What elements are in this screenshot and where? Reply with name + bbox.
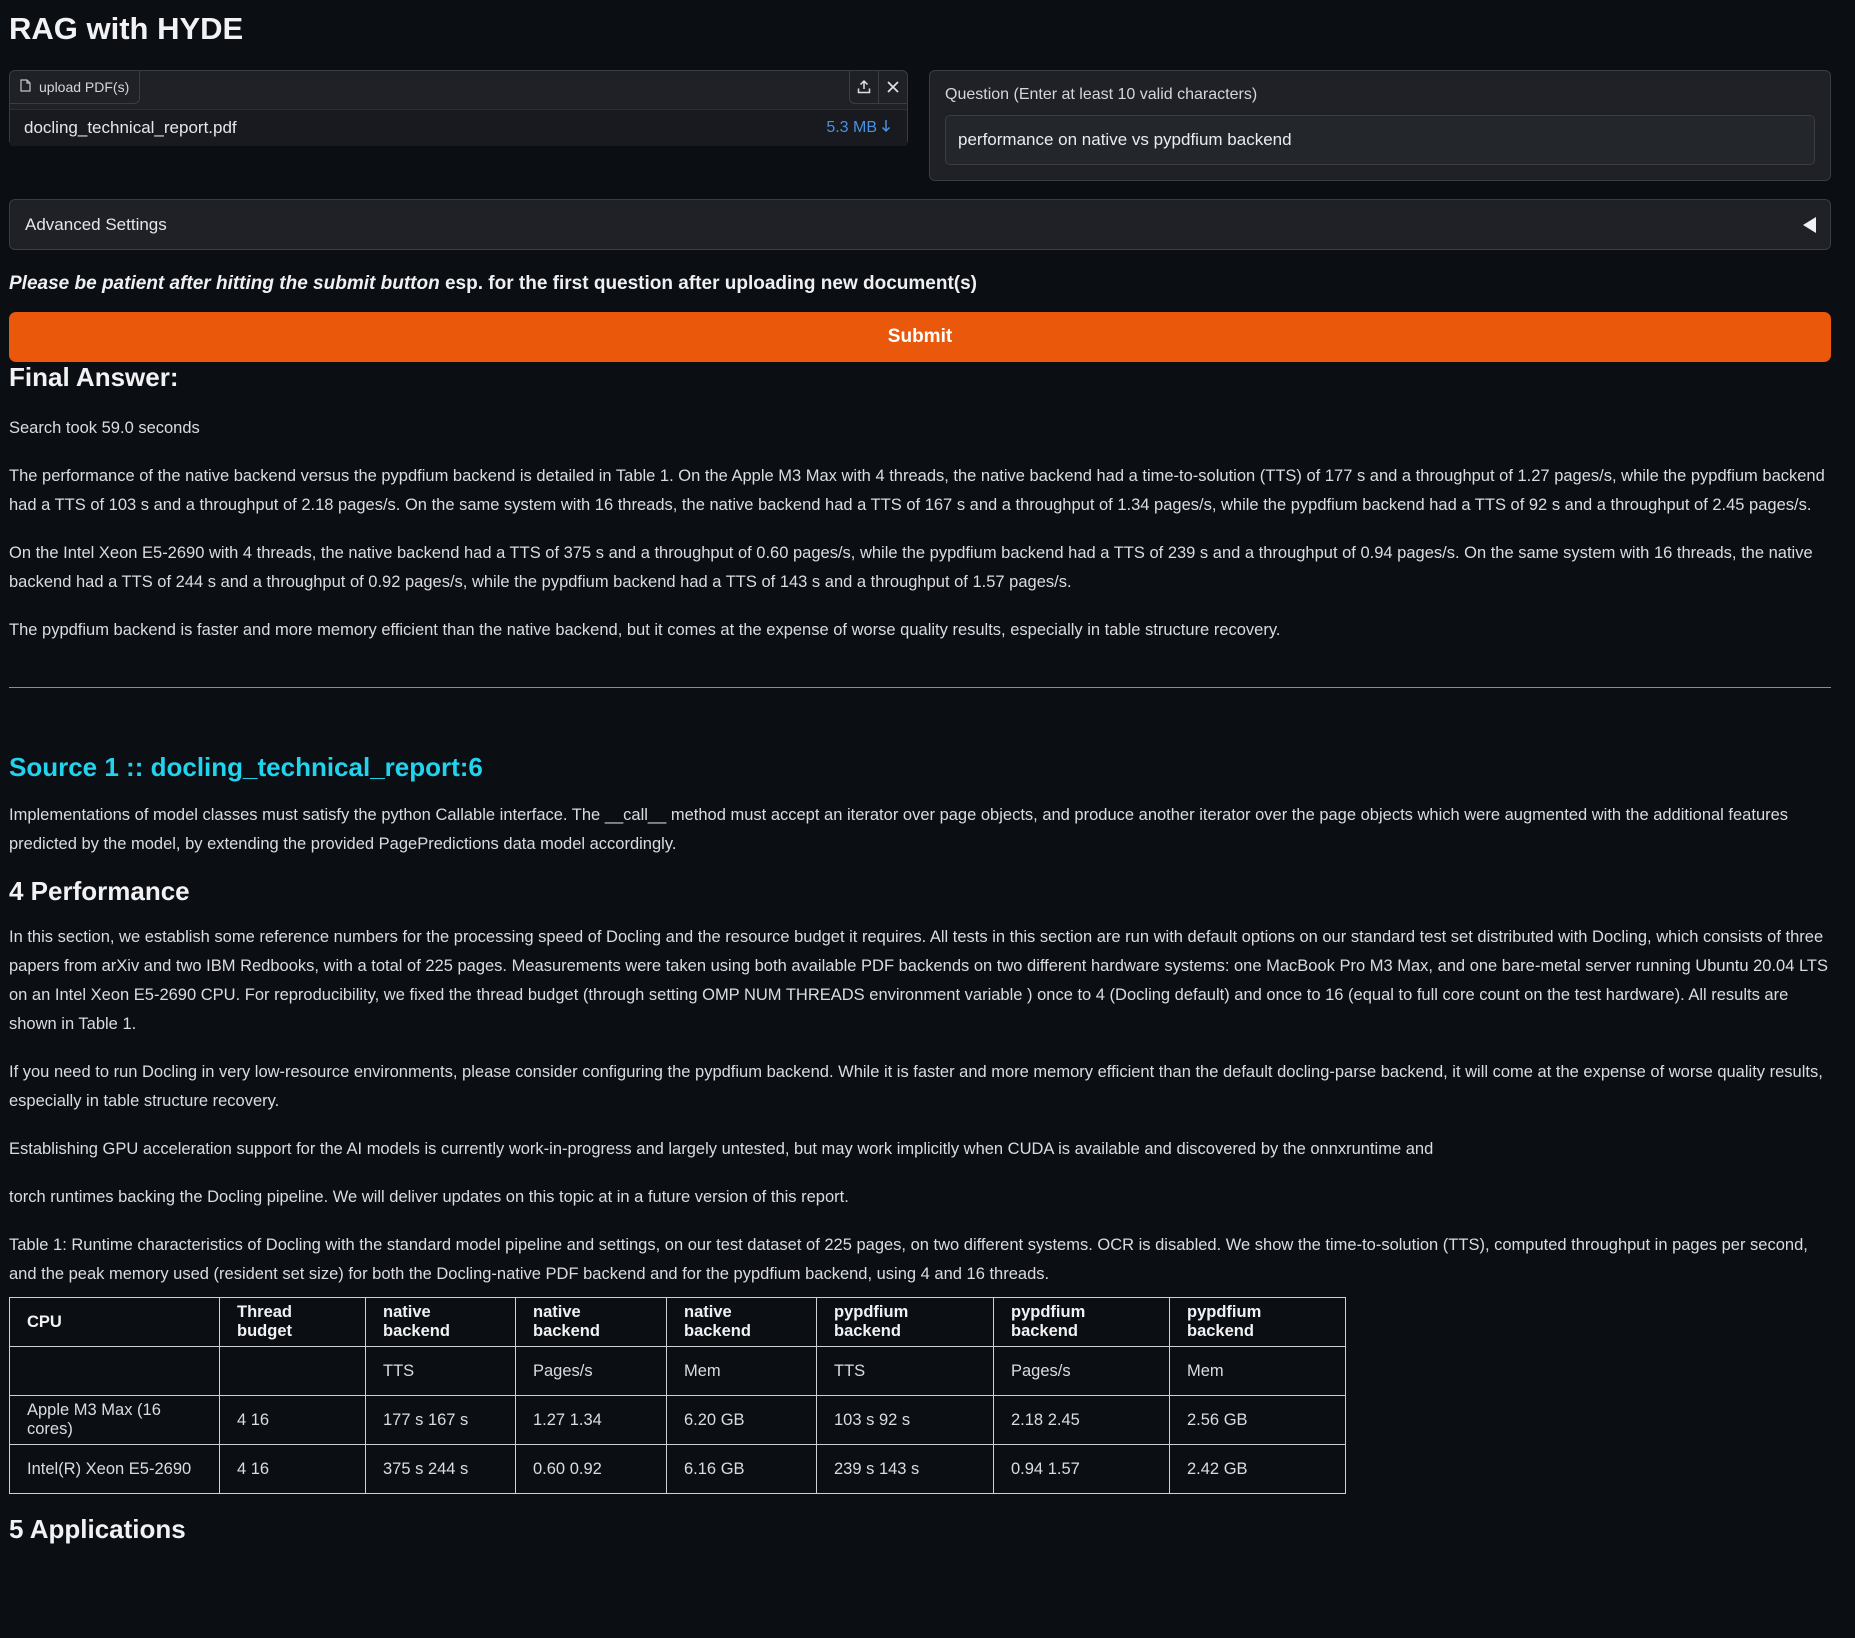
table-cell: 2.18 2.45 <box>993 1395 1170 1445</box>
app-root: RAG with HYDE upload PDF(s) docling_tech… <box>9 0 1831 1544</box>
file-name: docling_technical_report.pdf <box>24 118 237 137</box>
table-cell: TTS <box>365 1346 516 1396</box>
source-paragraph: If you need to run Docling in very low-r… <box>9 1063 1823 1110</box>
source-intro: Implementations of model classes must sa… <box>9 806 1789 853</box>
table-cell <box>9 1346 220 1396</box>
table-header: native backend <box>365 1297 516 1347</box>
answer-paragraph: The performance of the native backend ve… <box>9 467 1825 514</box>
table-cell: Pages/s <box>515 1346 667 1396</box>
table-cell: 375 s 244 s <box>365 1444 516 1494</box>
patience-notice-rest: esp. for the first question after upload… <box>439 273 978 294</box>
answer-paragraph: On the Intel Xeon E5-2690 with 4 threads… <box>9 544 1813 591</box>
source-paragraph: torch runtimes backing the Docling pipel… <box>9 1188 849 1206</box>
table-cell: Intel(R) Xeon E5-2690 <box>9 1444 220 1494</box>
question-input[interactable] <box>945 115 1815 165</box>
question-panel: Question (Enter at least 10 valid charac… <box>929 70 1831 181</box>
file-icon <box>20 79 31 95</box>
table-cell: 0.94 1.57 <box>993 1444 1170 1494</box>
table-cell: 2.56 GB <box>1169 1395 1346 1445</box>
close-icon[interactable] <box>878 71 907 103</box>
table-cell: 2.42 GB <box>1169 1444 1346 1494</box>
table-header: CPU <box>9 1297 220 1347</box>
table-header: Thread budget <box>219 1297 366 1347</box>
table-header: pypdfium backend <box>1169 1297 1346 1347</box>
source-title: Source 1 :: docling_technical_report:6 <box>9 752 483 782</box>
table-row: Apple M3 Max (16 cores) 4 16 177 s 167 s… <box>9 1395 1346 1445</box>
patience-notice: Please be patient after hitting the subm… <box>9 271 1831 297</box>
upload-label-tab: upload PDF(s) <box>10 71 141 104</box>
source-paragraph: Establishing GPU acceleration support fo… <box>9 1140 1434 1158</box>
search-time: Search took 59.0 seconds <box>9 419 200 437</box>
table-row: TTS Pages/s Mem TTS Pages/s Mem <box>9 1346 1346 1396</box>
table-cell: Apple M3 Max (16 cores) <box>9 1395 220 1445</box>
table-cell: 103 s 92 s <box>816 1395 994 1445</box>
divider <box>9 687 1831 688</box>
file-size: 5.3 MB <box>826 119 877 136</box>
submit-button[interactable]: Submit <box>9 312 1831 362</box>
upload-icon[interactable] <box>850 71 878 103</box>
upload-label: upload PDF(s) <box>39 79 130 95</box>
table-cell: Mem <box>1169 1346 1346 1396</box>
table-row: Intel(R) Xeon E5-2690 4 16 375 s 244 s 0… <box>9 1444 1346 1494</box>
table-caption: Table 1: Runtime characteristics of Docl… <box>9 1236 1808 1283</box>
table-cell: 6.16 GB <box>666 1444 817 1494</box>
advanced-settings-label: Advanced Settings <box>25 214 167 234</box>
uploaded-file-row: docling_technical_report.pdf 5.3 MB <box>10 109 907 146</box>
table-cell: Pages/s <box>993 1346 1170 1396</box>
table-cell: Mem <box>666 1346 817 1396</box>
table-cell: 4 16 <box>219 1395 366 1445</box>
table-cell: 177 s 167 s <box>365 1395 516 1445</box>
upload-actions <box>849 71 907 104</box>
source-paragraph: In this section, we establish some refer… <box>9 928 1829 1033</box>
final-answer-heading: Final Answer: <box>9 362 179 392</box>
results-table: CPU Thread budget native backend native … <box>9 1297 1346 1494</box>
input-row: upload PDF(s) docling_technical_report.p… <box>9 70 1831 181</box>
page-title: RAG with HYDE <box>9 11 244 46</box>
file-download-link[interactable]: 5.3 MB <box>826 119 891 138</box>
pdf-upload-widget[interactable]: upload PDF(s) docling_technical_report.p… <box>9 70 908 146</box>
answer-paragraph: The pypdfium backend is faster and more … <box>9 621 1281 639</box>
table-header: pypdfium backend <box>816 1297 994 1347</box>
table-cell: 1.27 1.34 <box>515 1395 667 1445</box>
patience-notice-emphasis: Please be patient after hitting the subm… <box>9 273 440 294</box>
download-icon <box>881 119 891 138</box>
table-header: native backend <box>666 1297 817 1347</box>
table-cell: 4 16 <box>219 1444 366 1494</box>
performance-heading: 4 Performance <box>9 876 190 906</box>
table-header: native backend <box>515 1297 667 1347</box>
table-cell: 6.20 GB <box>666 1395 817 1445</box>
applications-heading: 5 Applications <box>9 1514 186 1544</box>
table-cell: TTS <box>816 1346 994 1396</box>
collapse-arrow-icon[interactable] <box>1803 216 1816 233</box>
table-cell: 239 s 143 s <box>816 1444 994 1494</box>
table-cell <box>219 1346 366 1396</box>
table-cell: 0.60 0.92 <box>515 1444 667 1494</box>
table-header: pypdfium backend <box>993 1297 1170 1347</box>
question-label: Question (Enter at least 10 valid charac… <box>945 86 1258 103</box>
table-header-row: CPU Thread budget native backend native … <box>9 1297 1346 1347</box>
advanced-settings-accordion[interactable]: Advanced Settings <box>9 199 1831 250</box>
